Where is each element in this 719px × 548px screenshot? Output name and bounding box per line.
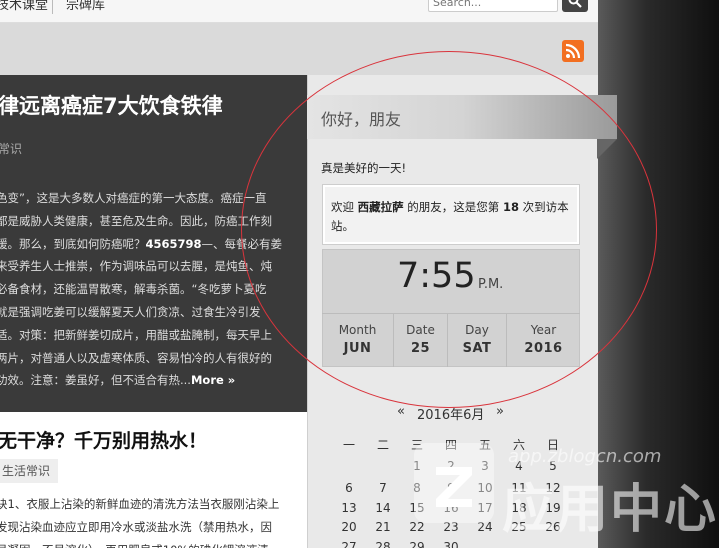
calendar-day[interactable]: 27: [334, 540, 364, 548]
calendar-day[interactable]: 28: [368, 540, 398, 548]
post-category-tag[interactable]: 生活常识: [0, 459, 59, 483]
calendar-day[interactable]: 14: [368, 501, 398, 515]
post-excerpt: 诀1、衣服上沾染的新鲜血迹的清洗方法当衣服刚沾染上 发现沾染血迹应立即用冷水或淡…: [0, 497, 280, 548]
post-title[interactable]: 无干净？千万别用热水！: [0, 426, 207, 453]
calendar-weekday-header: 二: [376, 438, 389, 452]
calendar-day[interactable]: 30: [436, 540, 466, 548]
annotation-circle: [241, 51, 657, 408]
search-button[interactable]: [562, 0, 588, 12]
post-phone-number: 4565798: [145, 236, 202, 251]
calendar-day[interactable]: 13: [334, 501, 364, 515]
post-title[interactable]: 律远离癌症7大饮食铁律: [0, 90, 223, 120]
calendar-weekday-header: 一: [342, 438, 355, 452]
top-nav-bar: 技术课堂 宗碑库: [0, 0, 598, 23]
calendar-prev-month[interactable]: «: [397, 404, 405, 419]
calendar-day[interactable]: 29: [402, 540, 432, 548]
calendar-day[interactable]: 20: [334, 520, 364, 534]
search-input[interactable]: [428, 0, 558, 12]
z-logo-icon: [436, 467, 472, 507]
nav-item-library[interactable]: 宗碑库: [66, 0, 105, 13]
nav-item-tech-class[interactable]: 技术课堂: [0, 0, 48, 13]
calendar-next-month[interactable]: »: [496, 404, 504, 419]
rss-icon: [565, 43, 581, 59]
calendar-day[interactable]: 7: [368, 481, 398, 495]
watermark-logo: [414, 443, 494, 523]
watermark-text: 应用中心: [502, 480, 719, 540]
read-more-link[interactable]: More »: [191, 373, 235, 387]
post-category[interactable]: 常识: [0, 140, 22, 157]
calendar-day[interactable]: 6: [334, 481, 364, 495]
nav-divider: [52, 0, 53, 14]
rss-feed-button[interactable]: [562, 40, 584, 62]
calendar-day[interactable]: 21: [368, 520, 398, 534]
watermark-url: app.zblogcn.com: [508, 446, 662, 467]
search-icon: [568, 0, 582, 8]
